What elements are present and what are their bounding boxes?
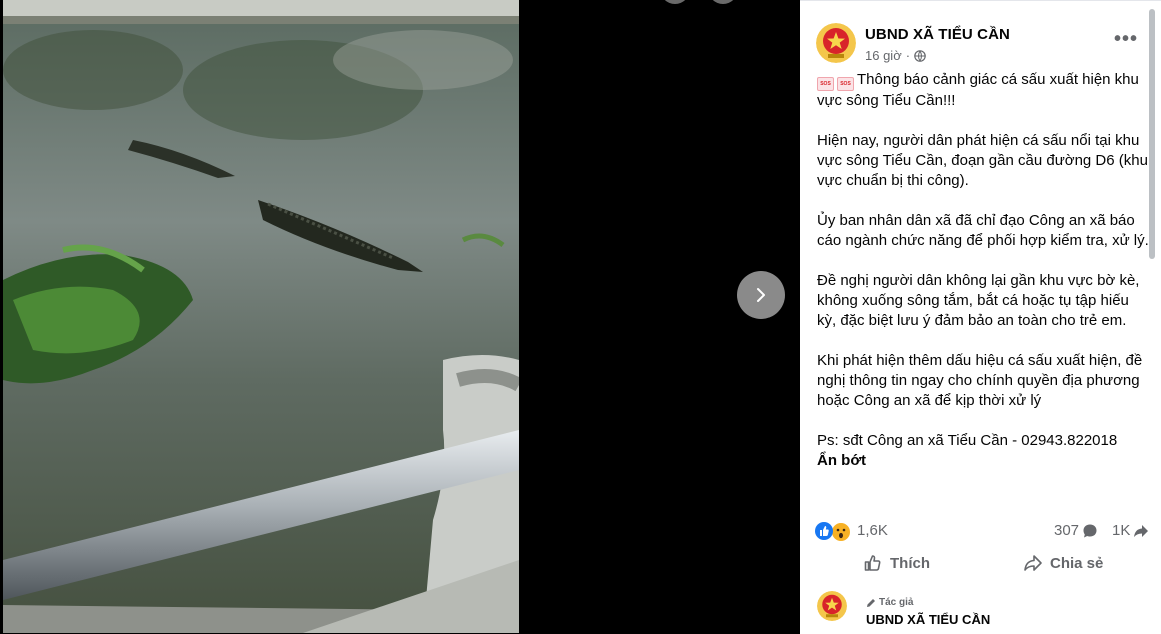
next-photo-button[interactable] (737, 271, 785, 319)
top-control-icon[interactable] (660, 0, 690, 4)
post-actions: Thích Chia sẻ (815, 553, 1145, 577)
sos-icon: SOS (817, 77, 834, 91)
post-text: SOS SOS Thông báo cảnh giác cá sấu xuất hi… (817, 70, 1149, 471)
comment-count[interactable]: 307 (1054, 522, 1098, 539)
crocodile-river-photo (3, 0, 519, 633)
sos-icon: SOS (837, 77, 854, 91)
post-header: UBND XÃ TIỂU CẦN 16 giờ · ••• (816, 23, 1146, 67)
national-emblem-icon (817, 591, 847, 621)
scrollbar[interactable] (1149, 9, 1155, 259)
author-badge: Tác giả (866, 597, 913, 608)
thumbs-up-icon (864, 555, 881, 571)
share-count[interactable]: 1K (1112, 522, 1149, 539)
share-icon (1134, 524, 1149, 537)
post-paragraph-1: Hiện nay, người dân phát hiện cá sấu nổi… (817, 132, 1148, 189)
pen-icon (867, 598, 875, 607)
globe-icon (914, 49, 926, 62)
national-emblem-icon (816, 23, 856, 63)
share-arrow-icon (1024, 555, 1042, 571)
see-less-button[interactable]: Ẩn bớt (817, 451, 1149, 471)
post-title: Thông báo cảnh giác cá sấu xuất hiện khu… (817, 71, 1139, 109)
post-paragraph-4: Khi phát hiện thêm dấu hiệu cá sấu xuất … (817, 352, 1143, 409)
share-button[interactable]: Chia sẻ (1023, 553, 1103, 573)
more-options-button[interactable]: ••• (1114, 29, 1138, 49)
post-paragraph-3: Đề nghị người dân không lại gần khu vực … (817, 272, 1140, 329)
post-stats: 1,6K 307 1K (815, 521, 1149, 543)
post-time[interactable]: 16 giờ (865, 48, 902, 63)
reaction-count[interactable]: 1,6K (857, 522, 888, 539)
avatar[interactable] (817, 591, 847, 621)
like-button[interactable]: Thích (863, 553, 930, 573)
photo-viewer (0, 0, 800, 633)
post-panel: UBND XÃ TIỂU CẦN 16 giờ · ••• SOS SOS Thôn… (800, 0, 1161, 634)
post-title-paragraph: SOS SOS Thông báo cảnh giác cá sấu xuất hi… (817, 70, 1149, 111)
chevron-right-icon (757, 288, 765, 302)
comment-icon (1083, 524, 1097, 537)
avatar[interactable] (816, 23, 856, 63)
author-name[interactable]: UBND XÃ TIỂU CẦN (866, 612, 990, 627)
post-meta: 16 giờ · (865, 48, 926, 63)
post-paragraph-2: Ủy ban nhân dân xã đã chỉ đạo Công an xã… (817, 212, 1149, 249)
like-reaction-icon[interactable] (815, 522, 833, 540)
wow-reaction-icon[interactable] (831, 522, 851, 542)
page-name[interactable]: UBND XÃ TIỂU CẦN (865, 26, 1010, 43)
post-ps: Ps: sđt Công an xã Tiểu Cần - 02943.8220… (817, 432, 1118, 449)
post-photo (3, 0, 519, 633)
author-comment-preview: Tác giả UBND XÃ TIỂU CẦN (817, 591, 1147, 631)
top-control-icon[interactable] (708, 0, 738, 4)
